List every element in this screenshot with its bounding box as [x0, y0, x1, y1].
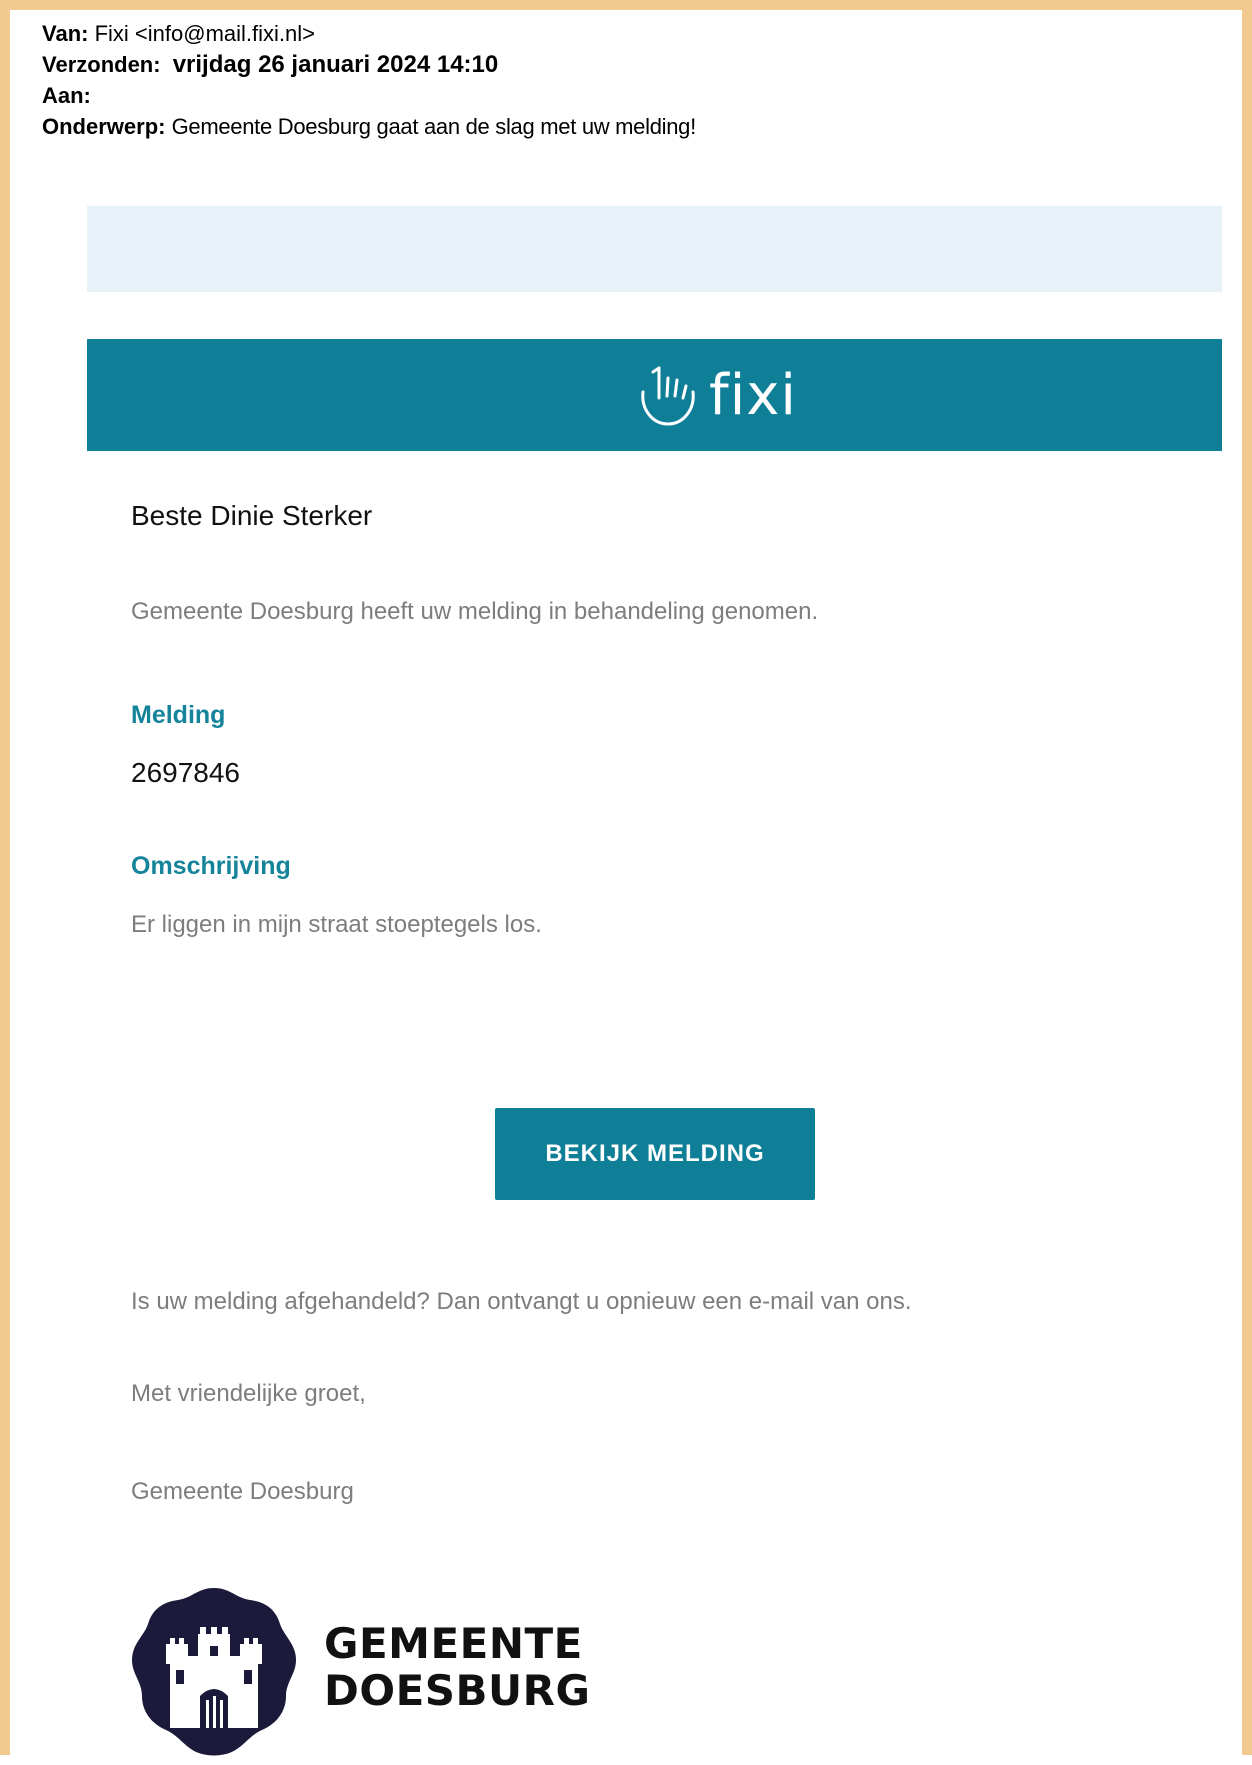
subject-label: Onderwerp:	[42, 114, 166, 139]
from-row: Van: Fixi <info@mail.fixi.nl>	[42, 18, 696, 49]
sent-row: Verzonden: vrijdag 26 januari 2024 14:10	[42, 49, 696, 80]
email-header: Van: Fixi <info@mail.fixi.nl> Verzonden:…	[42, 18, 696, 142]
brand-line2: DOESBURG	[324, 1666, 591, 1715]
signature-text: Gemeente Doesburg	[131, 1478, 354, 1505]
melding-number: 2697846	[131, 757, 241, 788]
omschrijving-heading: Omschrijving	[131, 852, 291, 880]
intro-text: Gemeente Doesburg heeft uw melding in be…	[131, 598, 819, 625]
fixi-logo-text: fixi	[709, 362, 797, 428]
view-report-button[interactable]: BEKIJK MELDING	[495, 1108, 815, 1200]
melding-heading: Melding	[131, 701, 226, 729]
to-row: Aan:	[42, 80, 696, 111]
subject-row: Onderwerp: Gemeente Doesburg gaat aan de…	[42, 111, 696, 142]
omschrijving-text: Er liggen in mijn straat stoeptegels los…	[131, 911, 542, 938]
followup-text: Is uw melding afgehandeld? Dan ontvangt …	[131, 1288, 912, 1315]
to-label: Aan:	[42, 83, 91, 108]
sent-value: vrijdag 26 januari 2024 14:10	[172, 51, 499, 78]
greeting: Beste Dinie Sterker	[131, 500, 373, 531]
subject-value: Gemeente Doesburg gaat aan de slag met u…	[171, 114, 697, 139]
fixi-logo[interactable]: fixi	[637, 353, 797, 437]
castle-icon	[126, 1584, 302, 1760]
fixi-banner: fixi	[87, 339, 1222, 451]
preheader-band	[87, 206, 1222, 292]
hand-icon	[637, 362, 699, 428]
from-value[interactable]: Fixi <info@mail.fixi.nl>	[95, 21, 315, 46]
brand-line1: GEMEENTE	[324, 1619, 583, 1668]
from-label: Van:	[42, 21, 89, 46]
gemeente-doesburg-logo: GEMEENTE DOESBURG	[324, 1620, 590, 1714]
sent-label: Verzonden:	[42, 52, 161, 77]
closing-text: Met vriendelijke groet,	[131, 1380, 366, 1407]
